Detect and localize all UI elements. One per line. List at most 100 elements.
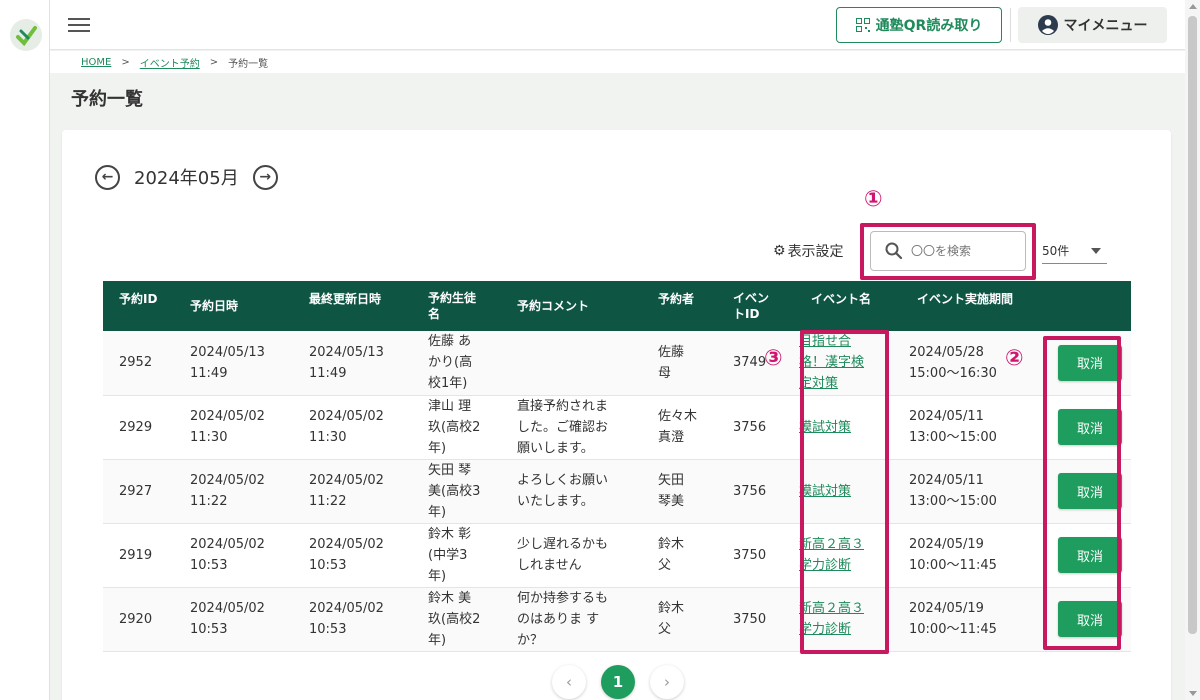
cell-comment [501,331,642,395]
page-button-current[interactable]: 1 [601,665,635,699]
cell-reserved-at-line: 10:53 [190,622,228,637]
cell-event-id: 3756 [733,419,767,435]
cell-booker-line: 琴美 [658,494,685,509]
event-name-link[interactable]: 模試対策 [799,481,901,502]
cell-event-id: 3750 [733,547,767,563]
scrollbar-thumb[interactable] [1188,16,1197,634]
cancel-button[interactable]: 取消 [1058,601,1122,637]
cell-updated-at-line: 11:49 [309,365,347,381]
cell-student-name-line: 津山 理 [428,398,472,414]
cell-event-period-line: 2024/05/11 [909,409,984,424]
reservation-table-wrap: 予約ID 予約日時 最終更新日時 予約生徒名 予約コメント 予約者 イベントID… [103,281,1131,652]
cell-comment: 直接予約されま した。ご確認お 願いします。 [501,395,642,459]
cell-student-name-line: (中学3 [428,547,468,563]
cell-updated-at-line: 10:53 [309,558,347,573]
table-row: 2919 2024/05/02 10:53 2024/05/02 10:53 鈴木 彰 (中… [103,523,1131,587]
event-name-line: 模試対策 [799,483,852,499]
chevron-right-icon: › [664,673,670,691]
cell-reserved-at: 2024/05/13 11:49 [174,331,293,395]
hamburger-menu-icon[interactable] [68,15,90,35]
qr-scan-button[interactable]: 通塾QR読み取り [836,7,1002,43]
col-header: イベントID [733,291,770,321]
cancel-button[interactable]: 取消 [1058,409,1122,445]
cell-reserved-at-line: 2024/05/13 [190,344,265,360]
cell-comment-line: か？ [517,632,544,648]
event-name-link[interactable]: 新高２高３ 学力診断 [799,598,901,640]
cell-event-period: 2024/05/19 10:00〜11:45 [901,523,1041,587]
cell-comment: 何か持参するも のはありま すか？ [501,587,642,651]
page-scrollbar[interactable] [1185,0,1200,700]
event-name-line: 学力診断 [799,622,852,637]
event-name-link[interactable]: 新高２高３ 学力診断 [799,534,901,576]
search-field[interactable] [870,231,1026,271]
cell-student-name-line: 年) [428,632,447,648]
col-header: イベント実施期間 [917,292,1014,306]
cell-reservation-id: 2952 [119,355,153,371]
cell-event-period-line: 10:00〜11:45 [909,622,997,637]
prev-page-button[interactable]: ‹ [552,665,586,699]
annotation-marker-1: ① [864,187,883,212]
my-menu-button[interactable]: マイメニュー [1018,7,1167,43]
cell-event-id: 3756 [733,483,767,499]
cell-action: 取消 [1041,523,1131,587]
cell-booker-line: 鈴木 [658,601,685,616]
cell-reserved-at-line: 11:49 [190,365,228,381]
col-header: 予約ID [119,292,158,306]
cell-comment-line: のはありま す [517,611,600,627]
display-settings-button[interactable]: ⚙ 表示設定 [773,241,844,261]
scroll-up-icon[interactable] [1189,4,1197,9]
cell-reserved-at-line: 2024/05/02 [190,409,265,424]
scroll-down-icon[interactable] [1189,691,1197,696]
cell-booker-line: 佐々木 [658,409,698,424]
breadcrumb-home[interactable]: HOME [81,57,111,68]
per-page-select[interactable]: 50件 [1042,238,1107,264]
cell-comment-line: 何か持参するも [517,590,609,606]
side-rail [0,0,50,700]
search-icon [885,242,903,260]
event-name-link[interactable]: 目指せ合 格！漢字検 定対策 [799,331,901,394]
cell-comment-line: した。ご確認お [517,419,609,435]
breadcrumb-event-reservation[interactable]: イベント予約 [140,55,200,70]
cell-comment: 少し遅れるかも しれません [501,523,642,587]
cancel-button[interactable]: 取消 [1058,537,1122,573]
cell-updated-at-line: 2024/05/02 [309,537,384,552]
cell-event-period-line: 2024/05/19 [909,601,984,616]
month-navigation: ← 2024年05月 → [95,164,278,190]
cancel-button[interactable]: 取消 [1058,473,1122,509]
cell-reservation-id: 2920 [119,611,153,627]
event-name-link[interactable]: 模試対策 [799,417,901,438]
cell-event-id: 3750 [733,611,767,627]
annotation-marker-2: ② [1005,346,1024,371]
cell-action: 取消 [1041,331,1131,395]
event-name-line: 格！漢字検 [799,355,865,371]
cell-reserved-at-line: 2024/05/02 [190,601,265,616]
cell-updated-at-line: 11:22 [309,494,347,509]
cell-event-period-line: 13:00〜15:00 [909,430,997,445]
cell-updated-at: 2024/05/02 10:53 [293,587,412,651]
event-name-line: 学力診断 [799,558,852,573]
cell-booker-line: 真澄 [658,430,685,445]
top-bar: 通塾QR読み取り マイメニュー [50,0,1185,50]
cell-updated-at: 2024/05/13 11:49 [293,331,412,395]
cell-action: 取消 [1041,395,1131,459]
cell-event-name: 新高２高３ 学力診断 [795,523,901,587]
col-header: 予約者 [658,292,695,306]
event-name-line: 新高２高３ [799,537,865,552]
cell-reserved-at-line: 2024/05/02 [190,473,265,488]
cancel-button[interactable]: 取消 [1058,344,1122,381]
my-menu-label: マイメニュー [1063,18,1148,34]
current-month: 2024年05月 [134,168,239,189]
chevron-left-icon: ‹ [566,673,572,691]
cell-reserved-at: 2024/05/02 10:53 [174,587,293,651]
cell-updated-at: 2024/05/02 11:22 [293,459,412,523]
cell-reserved-at: 2024/05/02 10:53 [174,523,293,587]
search-input[interactable] [911,244,1021,258]
app-logo-icon[interactable] [9,18,43,52]
next-month-button[interactable]: → [252,164,278,190]
arrow-right-icon: → [259,169,272,185]
cell-reservation-id: 2927 [119,483,153,499]
prev-month-button[interactable]: ← [95,164,120,190]
next-page-button[interactable]: › [650,665,684,699]
cell-comment-line: しれません [517,558,582,573]
arrow-left-icon: ← [101,169,114,185]
